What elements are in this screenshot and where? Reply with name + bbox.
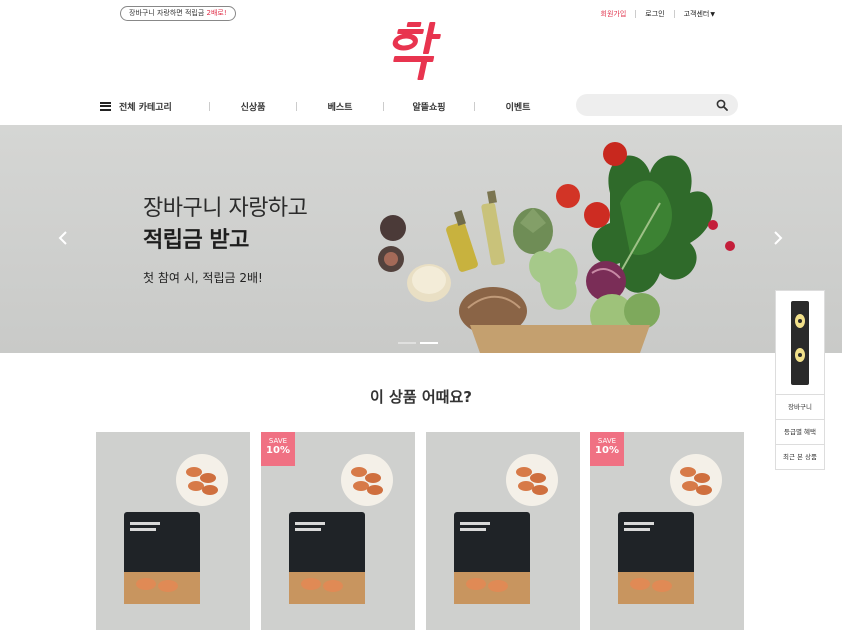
- quick-membership-link[interactable]: 등급별 혜택: [776, 420, 824, 445]
- login-link[interactable]: 로그인: [636, 9, 673, 19]
- promo-text: 장바구니 자랑하면 적립금: [129, 9, 207, 17]
- nav-events[interactable]: 이벤트: [475, 100, 561, 113]
- quick-menu: 장바구니 등급별 혜택 최근 본 상품: [775, 290, 825, 470]
- product-card[interactable]: SAVE 10%: [590, 432, 744, 630]
- save-badge: SAVE 10%: [590, 432, 624, 466]
- search-icon[interactable]: [716, 99, 728, 111]
- quick-recent-link[interactable]: 최근 본 상품: [776, 445, 824, 470]
- site-logo[interactable]: [386, 20, 452, 82]
- nav-new-products[interactable]: 신상품: [210, 100, 296, 113]
- promo-banner-link[interactable]: 장바구니 자랑하면 적립금 2배로!: [120, 6, 236, 21]
- nav-budget-shopping[interactable]: 알뜰쇼핑: [384, 100, 474, 113]
- customer-center-link[interactable]: 고객센터▼: [675, 9, 724, 19]
- hero-subtitle: 첫 참여 시, 적립금 2배!: [143, 271, 263, 285]
- save-badge-label: SAVE: [597, 437, 617, 445]
- save-badge-percent: 10%: [595, 445, 619, 456]
- product-image: [454, 454, 558, 604]
- save-badge-label: SAVE: [268, 437, 288, 445]
- utility-links: 회원가입 로그인 고객센터▼: [592, 9, 724, 19]
- nav-all-categories[interactable]: 전체 카테고리: [119, 100, 209, 113]
- slide-indicator: [398, 342, 438, 344]
- product-card[interactable]: [426, 432, 580, 630]
- join-link[interactable]: 회원가입: [592, 9, 636, 19]
- hero-banner[interactable]: 장바구니 자랑하고 적립금 받고 첫 참여 시, 적립금 2배!: [0, 125, 842, 353]
- caret-down-icon: ▼: [710, 11, 715, 18]
- product-card[interactable]: [96, 432, 250, 630]
- chevron-right-icon[interactable]: [773, 230, 783, 246]
- hero-title-line2: 적립금 받고: [143, 228, 249, 253]
- recent-product-thumbnail[interactable]: [776, 291, 824, 395]
- nav-best[interactable]: 베스트: [297, 100, 383, 113]
- product-card[interactable]: SAVE 10%: [261, 432, 415, 630]
- chevron-left-icon[interactable]: [58, 230, 68, 246]
- search-input[interactable]: [576, 95, 706, 118]
- hamburger-menu-icon[interactable]: [100, 101, 111, 111]
- recommend-section-title: 이 상품 어때요?: [370, 388, 472, 406]
- save-badge-percent: 10%: [266, 445, 290, 456]
- customer-center-label: 고객센터: [683, 10, 710, 18]
- slide-dot[interactable]: [398, 342, 416, 344]
- search-box: [576, 94, 738, 118]
- product-thumbnail-image: [791, 300, 809, 385]
- product-image: [124, 454, 228, 604]
- slide-dot-active[interactable]: [420, 342, 438, 344]
- hero-title-line1: 장바구니 자랑하고: [143, 196, 308, 221]
- groceries-illustration: [378, 142, 735, 353]
- save-badge: SAVE 10%: [261, 432, 295, 466]
- promo-accent: 2배로!: [206, 9, 227, 17]
